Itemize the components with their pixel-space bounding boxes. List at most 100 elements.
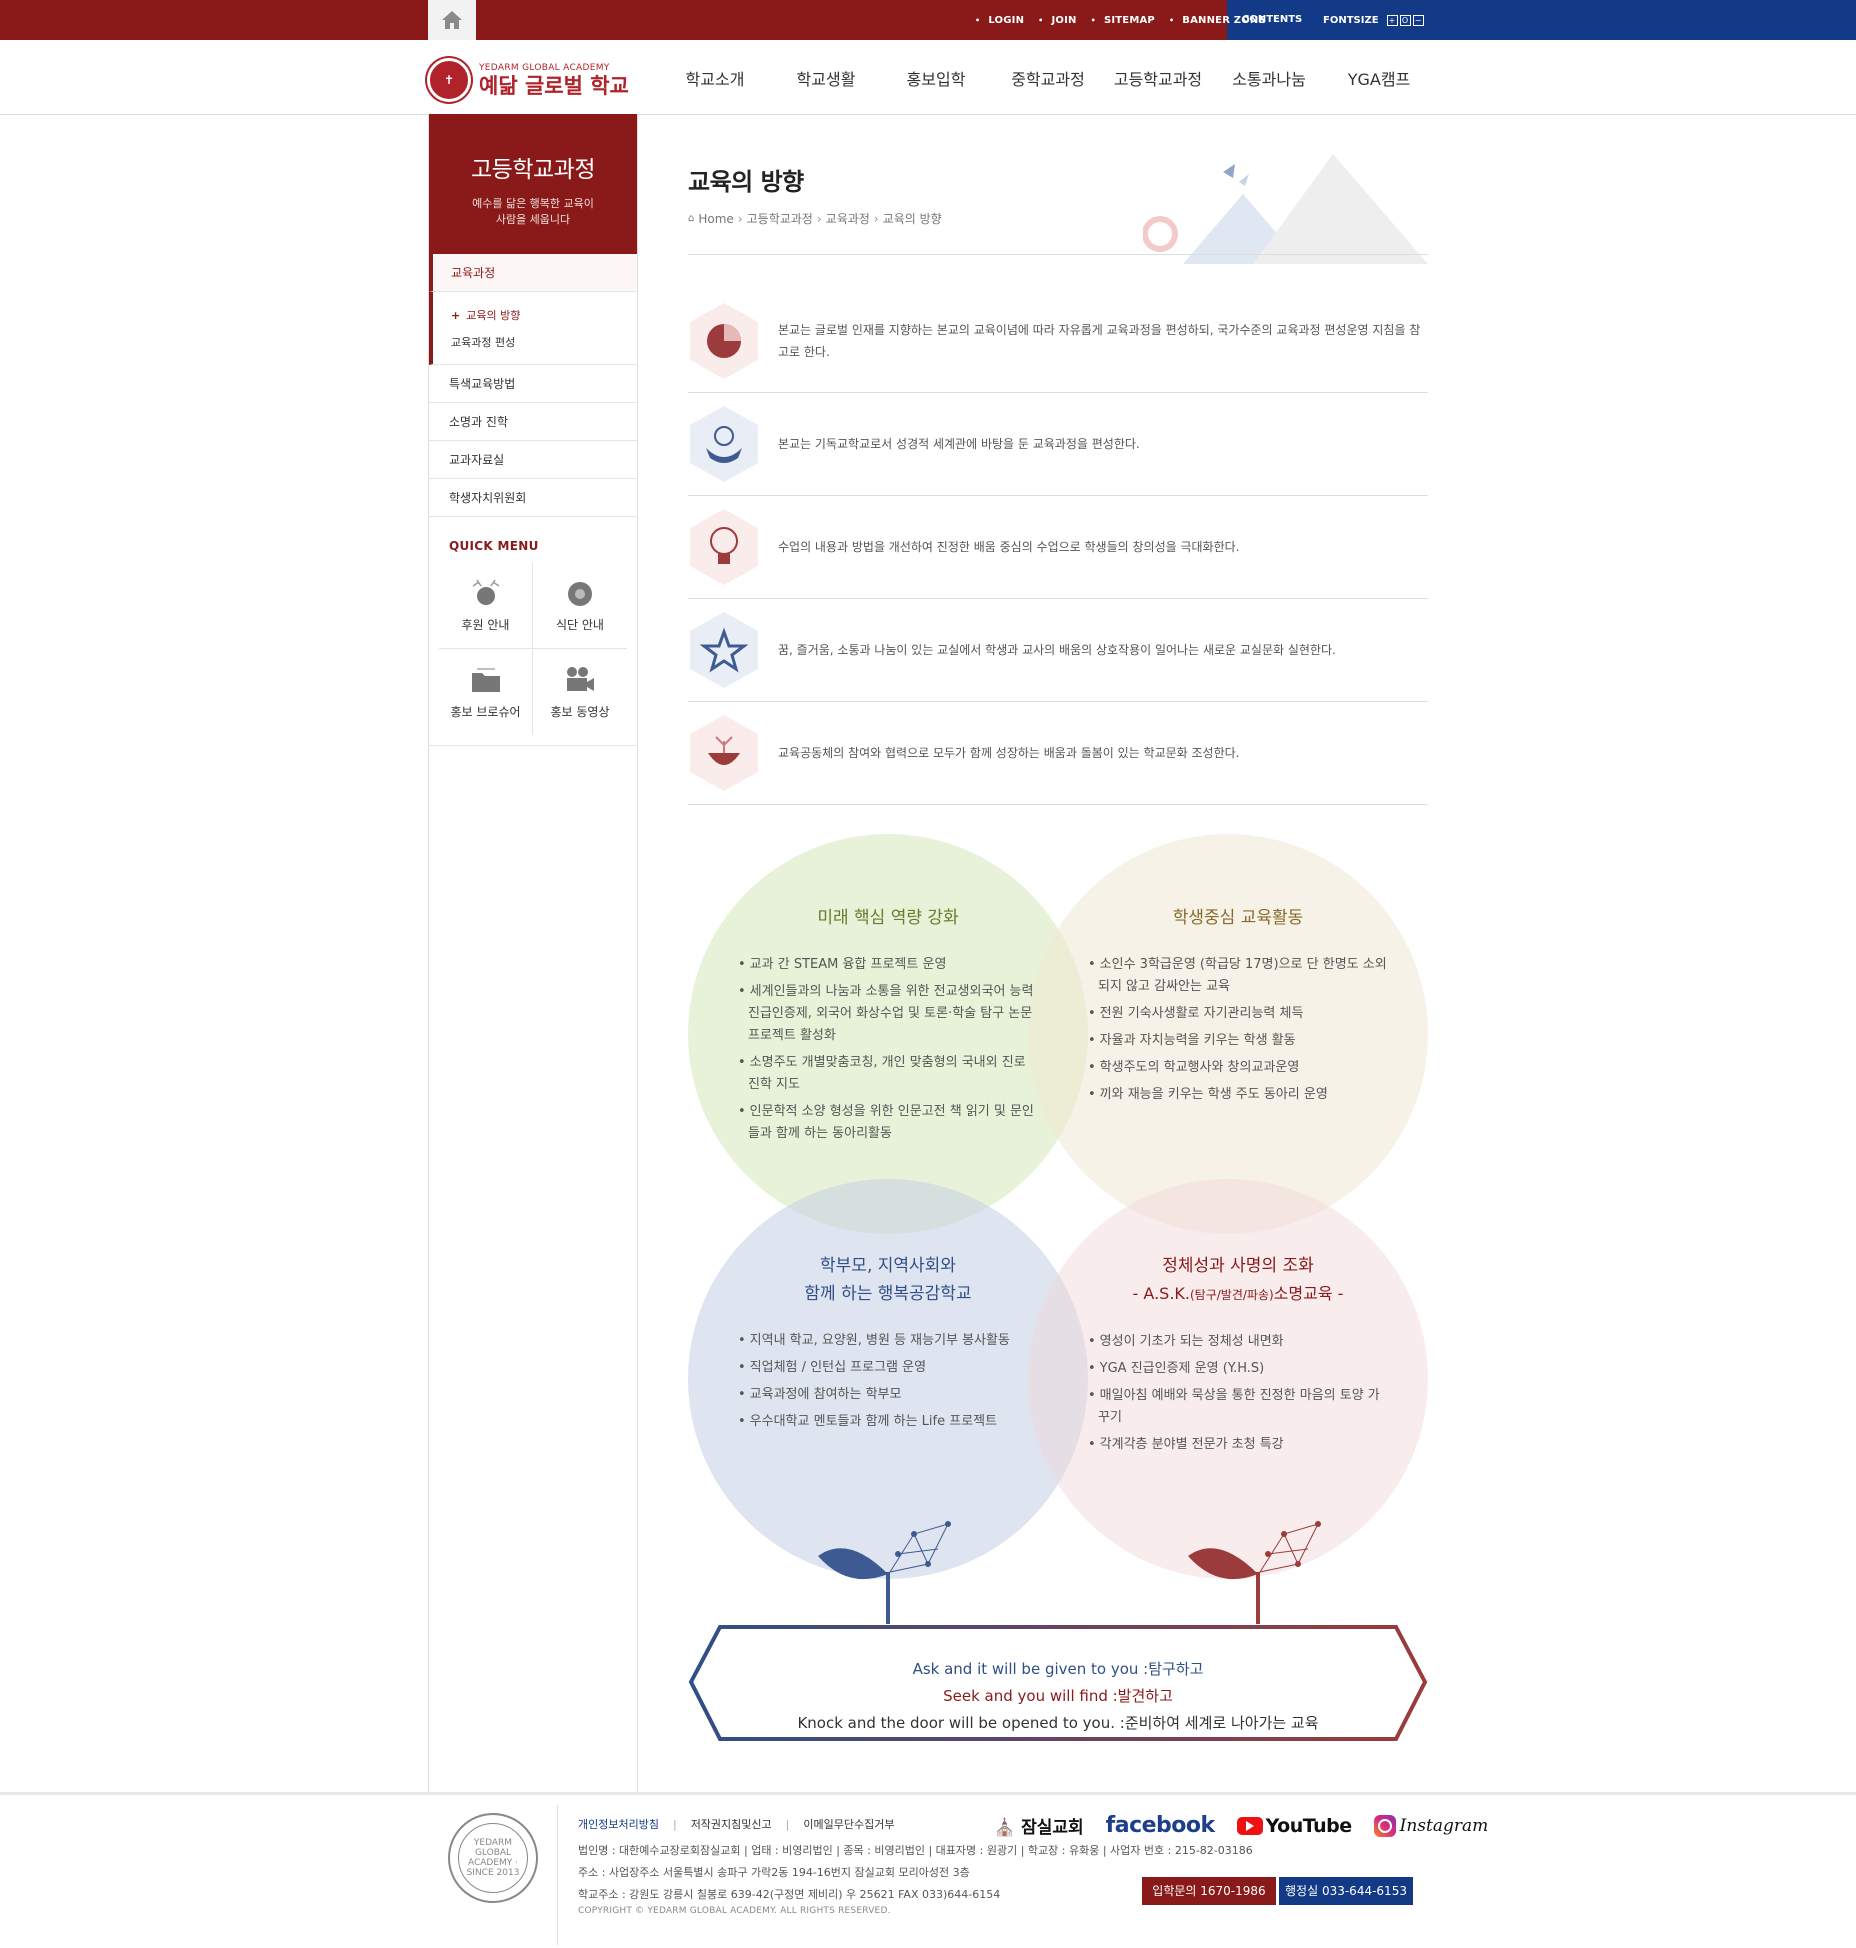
quadrant-future-competency: 미래 핵심 역량 강화 교과 간 STEAM 융합 프로젝트 운영 세계인들과의… — [738, 904, 1038, 1150]
blue-sprout-icon — [818, 1521, 951, 1624]
sidebar: 고등학교과정 예수를 닮은 행복한 교육이 사람을 세웁니다 교육과정 교육의 … — [428, 114, 638, 1792]
fontsize-decrease-button[interactable]: − — [1412, 14, 1424, 26]
sidebar-item-special-method[interactable]: 특색교육방법 — [429, 365, 637, 403]
sidebar-title: 고등학교과정 — [471, 157, 595, 183]
chevron-right-icon: › — [816, 211, 822, 226]
breadcrumb: ⌂ Home › 고등학교과정 › 교육과정 › 교육의 방향 — [688, 210, 942, 227]
youtube-label: YouTube — [1265, 1814, 1352, 1837]
pie-chart-icon — [690, 303, 758, 379]
quick-menu-brochure[interactable]: 홍보 브로슈어 — [439, 649, 533, 735]
footer-copyright: COPYRIGHT © YEDARM GLOBAL ACADEMY. ALL R… — [578, 1906, 891, 1916]
sidebar-subitem-organization[interactable]: 교육과정 편성 — [451, 329, 637, 356]
gnb-item-middle-school[interactable]: 중학교과정 — [984, 66, 1112, 90]
sidebar-item-curriculum[interactable]: 교육과정 — [429, 254, 637, 292]
youtube-link[interactable]: YouTube — [1236, 1814, 1352, 1837]
quadrant-title-line1: 학부모, 지역사회와 — [820, 1256, 956, 1276]
home-icon — [442, 11, 462, 29]
video-camera-icon — [567, 666, 594, 691]
direction-text: 본교는 기독교학교로서 성경적 세계관에 바탕을 둔 교육과정을 편성한다. — [778, 437, 1140, 451]
instagram-link[interactable]: Instagram — [1373, 1814, 1488, 1837]
list-item: 소명주도 개별맞춤코칭, 개인 맞춤형의 국내외 진로 진학 지도 — [738, 1052, 1038, 1096]
utility-links: LOGIN JOIN SITEMAP BANNER ZONE — [975, 0, 1266, 40]
fontsize-reset-button[interactable]: O — [1399, 14, 1411, 26]
quadrant-title-line2c: 소명교육 - — [1273, 1284, 1344, 1303]
breadcrumb-curriculum[interactable]: 교육과정 — [826, 210, 870, 227]
list-item: 소인수 3학급운영 (학급당 17명)으로 단 한명도 소외되지 않고 감싸안는… — [1088, 954, 1388, 998]
list-item: 교육과정에 참여하는 학부모 — [738, 1384, 1038, 1406]
quadrant-title: 미래 핵심 역량 강화 — [817, 908, 959, 928]
list-item: 영성이 기초가 되는 정체성 내면화 — [1088, 1331, 1388, 1353]
sidebar-subtitle-line2: 사람을 세웁니다 — [495, 213, 571, 226]
list-item: YGA 진급인증제 운영 (Y.H.S) — [1088, 1358, 1388, 1380]
join-link[interactable]: JOIN — [1038, 15, 1076, 26]
education-focus-diagram: 미래 핵심 역량 강화 교과 간 STEAM 융합 프로젝트 운영 세계인들과의… — [688, 834, 1428, 1624]
copyright-policy-link[interactable]: 저작권지침및신고 — [673, 1816, 772, 1832]
breadcrumb-high-school[interactable]: 고등학교과정 — [747, 210, 813, 227]
mountain-decoration-icon — [1143, 154, 1428, 264]
quick-menu-meal[interactable]: 식단 안내 — [533, 563, 627, 649]
quick-menu-label: 홍보 브로슈어 — [450, 704, 521, 719]
sidebar-item-resources[interactable]: 교과자료실 — [429, 441, 637, 479]
quick-menu-donation[interactable]: 후원 안내 — [439, 563, 533, 649]
sidebar-item-calling[interactable]: 소명과 진학 — [429, 403, 637, 441]
site-footer: YEDARM GLOBAL ACADEMY · SINCE 2013 개인정보처… — [0, 1792, 1856, 1948]
sitemap-link[interactable]: SITEMAP — [1091, 15, 1155, 26]
quadrant-community: 학부모, 지역사회와 함께 하는 행복공감학교 지역내 학교, 요양원, 병원 … — [738, 1252, 1038, 1438]
motto-line-knock: Knock and the door will be opened to you… — [797, 1714, 1319, 1732]
logo-english-name: YEDARM GLOBAL ACADEMY — [479, 62, 610, 73]
quadrant-student-centered: 학생중심 교육활동 소인수 3학급운영 (학급당 17명)으로 단 한명도 소외… — [1088, 904, 1388, 1111]
gnb-item-communication[interactable]: 소통과나눔 — [1204, 66, 1334, 90]
meal-plate-icon — [568, 582, 592, 606]
title-divider — [688, 254, 1428, 255]
chevron-right-icon: › — [737, 211, 743, 226]
youtube-icon — [1236, 1816, 1263, 1835]
fontsize-increase-button[interactable]: + — [1386, 14, 1398, 26]
sidebar-subtitle-line1: 예수를 닮은 행복한 교육이 — [472, 197, 594, 210]
quadrant-identity: 정체성과 사명의 조화 - A.S.K.(탐구/발견/파송)소명교육 - 영성이… — [1088, 1252, 1388, 1461]
list-item: 학생주도의 학교행사와 창의교과운영 — [1088, 1057, 1388, 1079]
motto-line-seek: Seek and you will find :발견하고 — [943, 1687, 1173, 1705]
top-utility-bar: LOGIN JOIN SITEMAP BANNER ZONE CONTENTS … — [0, 0, 1856, 40]
gnb-item-school-life[interactable]: 학교생활 — [764, 66, 888, 90]
quadrant-title-line2b: (탐구/발견/파송) — [1189, 1288, 1274, 1302]
breadcrumb-home[interactable]: Home — [698, 212, 733, 226]
gnb-item-admission[interactable]: 홍보입학 — [888, 66, 984, 90]
facebook-link[interactable]: facebook — [1106, 1813, 1216, 1838]
admission-inquiry-button[interactable]: 입학문의 1670-1986 — [1142, 1877, 1276, 1905]
list-item: 끼와 재능을 키우는 학생 주도 동아리 운영 — [1088, 1084, 1388, 1106]
chevron-right-icon: › — [873, 211, 879, 226]
sidebar-submenu: 교육의 방향 교육과정 편성 — [429, 292, 637, 365]
list-item: 우수대학교 멘토들과 함께 하는 Life 프로젝트 — [738, 1411, 1038, 1433]
gnb-item-high-school[interactable]: 고등학교과정 — [1112, 66, 1204, 90]
quick-menu-label: 홍보 동영상 — [550, 704, 610, 719]
email-refusal-link[interactable]: 이메일무단수집거부 — [786, 1816, 894, 1832]
church-icon: ⛪ — [994, 1818, 1016, 1838]
login-link[interactable]: LOGIN — [975, 15, 1024, 26]
sidebar-subitem-direction[interactable]: 교육의 방향 — [451, 302, 637, 329]
list-item: 본교는 글로벌 인재를 지향하는 본교의 교육이념에 따라 자유롭게 교육과정을… — [688, 290, 1428, 393]
administration-office-button[interactable]: 행정실 033-644-6153 — [1279, 1877, 1413, 1905]
list-item: 전원 기숙사생활로 자기관리능력 체득 — [1088, 1003, 1388, 1025]
list-item: 매일아침 예배와 묵상을 통한 진정한 마음의 토양 가꾸기 — [1088, 1385, 1388, 1429]
quick-menu-video[interactable]: 홍보 동영상 — [533, 649, 627, 735]
direction-list: 본교는 글로벌 인재를 지향하는 본교의 교육이념에 따라 자유롭게 교육과정을… — [688, 290, 1428, 805]
home-button[interactable] — [428, 0, 476, 40]
list-item: 지역내 학교, 요양원, 병원 등 재능기부 봉사활동 — [738, 1330, 1038, 1352]
jamsil-church-link[interactable]: ⛪ 잠실교회 — [994, 1813, 1084, 1838]
list-item: 교과 간 STEAM 융합 프로젝트 운영 — [738, 954, 1038, 976]
motto-line-ask: Ask and it will be given to you :탐구하고 — [912, 1660, 1204, 1678]
privacy-policy-link[interactable]: 개인정보처리방침 — [578, 1816, 659, 1832]
hands-network-icon — [690, 406, 758, 482]
breadcrumb-current[interactable]: 교육의 방향 — [883, 210, 942, 227]
sidebar-item-student-council[interactable]: 학생자치위원회 — [429, 479, 637, 517]
gnb-item-yga-camp[interactable]: YGA캠프 — [1334, 66, 1424, 90]
quadrant-title: 학생중심 교육활동 — [1172, 908, 1304, 928]
footer-company-info: 법인명 : 대한예수교장로회잠실교회 | 업태 : 비영리법인 | 종목 : 비… — [578, 1844, 1253, 1857]
contents-link[interactable]: CONTENTS — [1242, 0, 1302, 40]
gnb-item-school-intro[interactable]: 학교소개 — [666, 66, 764, 90]
quadrant-title-line2: 함께 하는 행복공감학교 — [804, 1284, 972, 1304]
sidebar-header: 고등학교과정 예수를 닮은 행복한 교육이 사람을 세웁니다 — [429, 114, 637, 254]
list-item: 각계각층 분야별 전문가 초청 특강 — [1088, 1434, 1388, 1456]
site-logo[interactable]: ✝ YEDARM GLOBAL ACADEMY 예닮 글로벌 학교 — [427, 58, 629, 102]
jamsil-church-label: 잠실교회 — [1021, 1818, 1084, 1838]
